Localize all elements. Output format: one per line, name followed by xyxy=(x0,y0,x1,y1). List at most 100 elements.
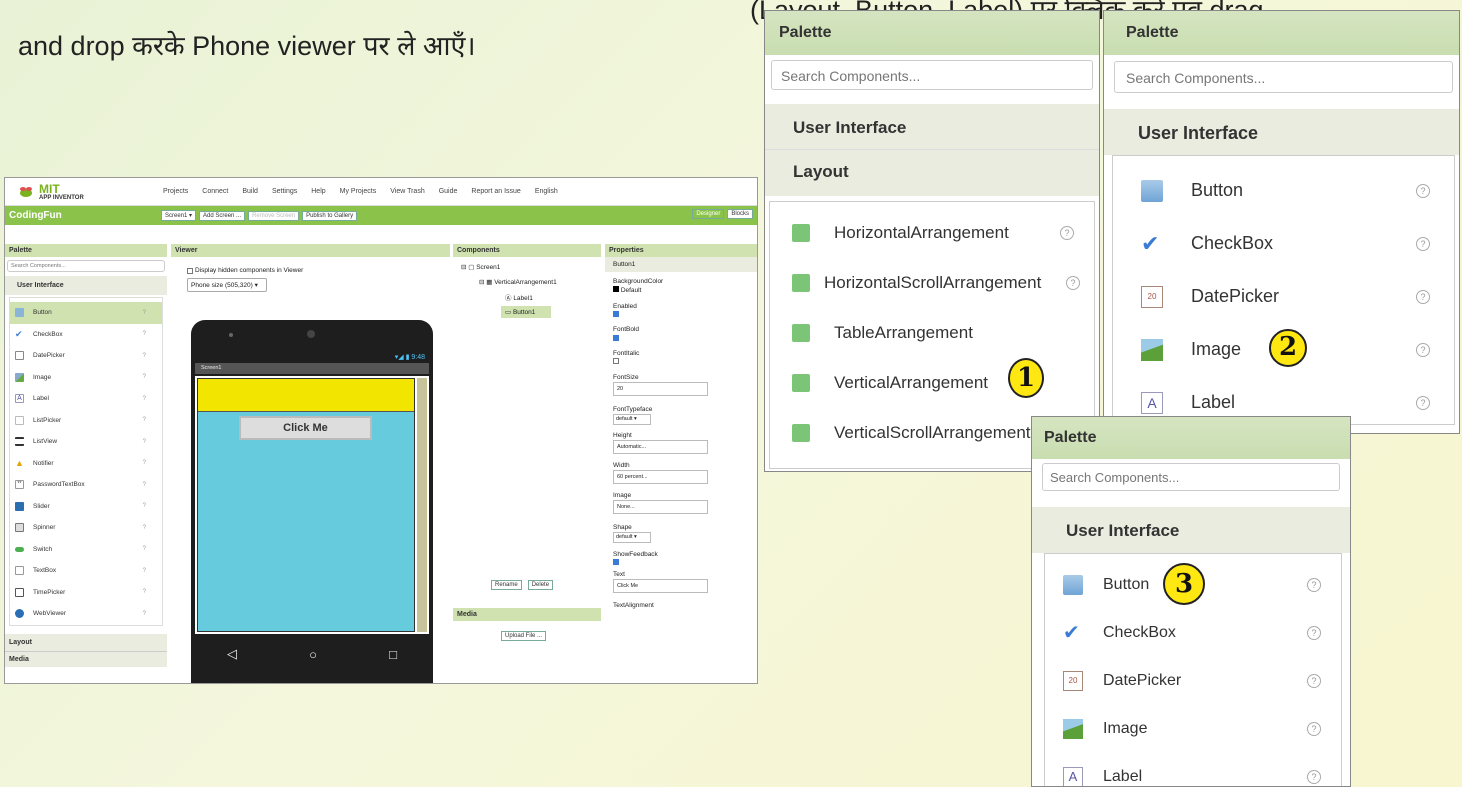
palette-item-webviewer[interactable]: WebViewer? xyxy=(10,603,162,625)
palette-item-switch[interactable]: Switch? xyxy=(10,539,162,561)
phone-frame: ▾◢ ▮ 9:48 Screen1 Click Me ◁ ○ □ xyxy=(191,320,433,683)
phone-scrollbar[interactable] xyxy=(417,378,427,632)
screen-title-bar: Screen1 xyxy=(195,363,429,374)
panel3-section-ui[interactable]: User Interface xyxy=(1032,507,1350,553)
tree-vertical-arrangement[interactable]: ⊟ ▦ VerticalArrangement1 xyxy=(457,271,597,286)
palette-item-timepicker[interactable]: TimePicker? xyxy=(10,582,162,604)
prop-bgcolor-value[interactable]: Default xyxy=(613,286,751,295)
palette-item-slider[interactable]: Slider? xyxy=(10,496,162,518)
panel2-section-ui[interactable]: User Interface xyxy=(1104,109,1459,155)
label-icon: A xyxy=(1141,391,1163,414)
menu-view-trash[interactable]: View Trash xyxy=(390,188,425,195)
upload-file-button[interactable]: Upload File ... xyxy=(501,631,547,641)
tree-screen1[interactable]: ⊟ ▢ Screen1 xyxy=(457,263,597,271)
blocks-button[interactable]: Blocks xyxy=(727,209,753,219)
panel3-item-checkbox[interactable]: ✔ CheckBox? xyxy=(1045,609,1341,657)
menu-help[interactable]: Help xyxy=(311,188,325,195)
palette-item-listpicker[interactable]: ListPicker? xyxy=(10,410,162,432)
prop-typeface-label: FontTypeface xyxy=(613,405,653,413)
click-me-button[interactable]: Click Me xyxy=(239,416,372,440)
prop-text-input[interactable]: Click Me xyxy=(613,579,708,594)
panel2-search[interactable]: Search Components... xyxy=(1114,61,1453,93)
panel1-item-vertical[interactable]: VerticalArrangement 1 xyxy=(770,358,1094,408)
palette-item-label[interactable]: A Label? xyxy=(10,388,162,410)
prop-image-input[interactable]: None... xyxy=(613,500,708,515)
menu-my-projects[interactable]: My Projects xyxy=(340,188,377,195)
delete-button[interactable]: Delete xyxy=(527,580,554,590)
panel3-item-button[interactable]: Button 3? xyxy=(1045,561,1341,609)
palette-section-layout[interactable]: Layout xyxy=(5,633,167,651)
palette-section-ui[interactable]: User Interface xyxy=(5,276,167,295)
horizontal-arrangement-icon xyxy=(792,224,810,242)
switch-icon xyxy=(15,546,24,552)
checkbox-icon: ✔ xyxy=(15,328,23,339)
palette-item-spinner[interactable]: Spinner? xyxy=(10,517,162,539)
panel3-item-label[interactable]: A Label? xyxy=(1045,753,1341,786)
tree-button1[interactable]: ▭ Button1 xyxy=(501,306,551,318)
viewer-header: Viewer xyxy=(171,244,450,257)
hidden-components-checkbox[interactable] xyxy=(187,267,193,274)
screen-select[interactable]: Screen1 ▾ xyxy=(161,210,197,221)
palette-item-passwordtextbox[interactable]: ** PasswordTextBox? xyxy=(10,474,162,496)
prop-width-input[interactable]: 60 percent... xyxy=(613,470,708,484)
panel1-search[interactable]: Search Components... xyxy=(771,60,1093,90)
components-panel: Components ⊟ ▢ Screen1 ⊟ ▦ VerticalArran… xyxy=(453,244,601,683)
hidden-components-toggle[interactable]: Display hidden components in Viewer xyxy=(171,257,450,274)
designer-button[interactable]: Designer xyxy=(692,209,725,219)
panel1-item-table[interactable]: TableArrangement xyxy=(770,308,1094,358)
menu-language[interactable]: English xyxy=(535,188,558,195)
prop-fontsize-input[interactable]: 20 xyxy=(613,381,708,396)
prop-fontbold-checkbox[interactable] xyxy=(613,334,619,341)
recents-icon[interactable]: □ xyxy=(389,647,397,662)
prop-shape-select[interactable]: default ▾ xyxy=(613,532,651,544)
palette-item-image[interactable]: Image? xyxy=(10,367,162,389)
panel2-item-checkbox[interactable]: ✔ CheckBox? xyxy=(1113,217,1454,270)
rename-button[interactable]: Rename xyxy=(491,580,522,590)
prop-enabled-checkbox[interactable] xyxy=(613,311,619,318)
back-icon[interactable]: ◁ xyxy=(227,646,237,662)
hidden-components-label: Display hidden components in Viewer xyxy=(195,267,304,274)
panel2-item-image[interactable]: Image? 2 xyxy=(1113,323,1454,376)
prop-height-input[interactable]: Automatic... xyxy=(613,439,708,454)
palette-list: Button? ✔ CheckBox? DatePicker? Image? AL… xyxy=(9,297,163,626)
image-icon xyxy=(1063,719,1083,739)
remove-screen-button[interactable]: Remove Screen xyxy=(248,210,300,221)
label-component[interactable] xyxy=(198,379,414,412)
menu-settings[interactable]: Settings xyxy=(272,188,297,195)
panel1-header: Palette xyxy=(765,11,1099,55)
tree-label1[interactable]: Ⓐ Label1 xyxy=(457,286,597,302)
home-icon[interactable]: ○ xyxy=(309,647,317,662)
menu-build[interactable]: Build xyxy=(242,188,258,195)
add-screen-button[interactable]: Add Screen ... xyxy=(199,210,246,221)
palette-item-button[interactable]: Button? xyxy=(10,302,162,324)
slider-icon xyxy=(15,501,24,511)
prop-fontitalic-checkbox[interactable] xyxy=(613,357,619,364)
panel1-section-layout[interactable]: Layout xyxy=(765,150,1099,196)
palette-item-datepicker[interactable]: DatePicker? xyxy=(10,345,162,367)
vertical-arrangement[interactable]: Click Me xyxy=(197,378,415,632)
prop-showfeedback-checkbox[interactable] xyxy=(613,559,619,566)
panel2-list: Button? ✔ CheckBox? 20 DatePicker? Image? 2… xyxy=(1112,155,1455,425)
panel1-item-horizontal[interactable]: HorizontalArrangement? xyxy=(770,208,1094,258)
panel1-item-horizontal-scroll[interactable]: HorizontalScrollArrangement? xyxy=(770,258,1094,308)
palette-item-listview[interactable]: ListView? xyxy=(10,431,162,453)
menu-guide[interactable]: Guide xyxy=(439,188,458,195)
palette-section-media[interactable]: Media xyxy=(5,650,167,667)
prop-showfeedback-label: ShowFeedback xyxy=(613,551,658,559)
menu-report-issue[interactable]: Report an Issue xyxy=(471,188,520,195)
palette-item-checkbox[interactable]: ✔ CheckBox? xyxy=(10,324,162,346)
prop-typeface-select[interactable]: default ▾ xyxy=(613,413,651,425)
publish-button[interactable]: Publish to Gallery xyxy=(302,210,358,221)
phone-size-select[interactable]: Phone size (505,320) ▾ xyxy=(187,278,267,292)
palette-search[interactable]: Search Components... xyxy=(7,260,165,272)
panel3-item-datepicker[interactable]: 20 DatePicker? xyxy=(1045,657,1341,705)
panel3-search[interactable]: Search Components... xyxy=(1042,463,1340,491)
palette-item-notifier[interactable]: ▲ Notifier? xyxy=(10,453,162,475)
panel1-section-ui[interactable]: User Interface xyxy=(765,104,1099,150)
menu-connect[interactable]: Connect xyxy=(202,188,228,195)
panel3-item-image[interactable]: Image? xyxy=(1045,705,1341,753)
palette-item-textbox[interactable]: TextBox? xyxy=(10,560,162,582)
panel2-item-button[interactable]: Button? xyxy=(1113,164,1454,217)
panel2-item-datepicker[interactable]: 20 DatePicker? xyxy=(1113,270,1454,323)
menu-projects[interactable]: Projects xyxy=(163,188,188,195)
